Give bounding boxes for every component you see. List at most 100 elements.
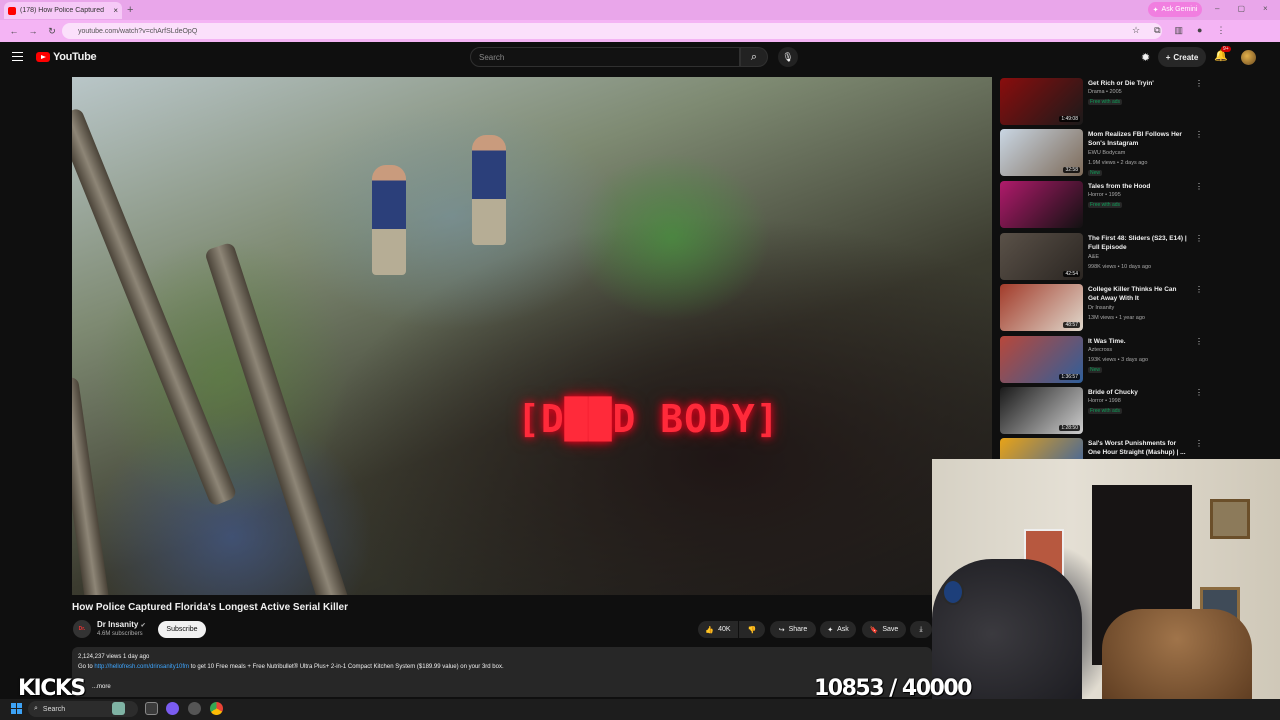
like-button[interactable]: 👍 40K — [698, 621, 738, 638]
ask-gemini-button[interactable]: ✦ Ask Gemini — [1148, 2, 1202, 17]
description-link[interactable]: http://hellofresh.com/drinsanity10fm — [94, 664, 189, 670]
recommendation-item[interactable]: 1:28:50 Bride of Chucky Horror • 1998 Free … — [1000, 387, 1203, 435]
more-options-icon[interactable]: ⋮ — [1195, 337, 1203, 346]
youtube-logo[interactable]: YouTube — [36, 51, 97, 63]
back-arrow-icon[interactable]: ← — [9, 26, 19, 36]
task-view-icon[interactable] — [145, 702, 158, 715]
recommendation-item[interactable]: 1:49:08 Get Rich or Die Tryin' Drama • 200… — [1000, 78, 1203, 126]
share-icon: ↪ — [778, 626, 785, 634]
taskbar-search-label: Search — [42, 705, 66, 713]
create-label: Create — [1173, 52, 1199, 62]
tab-close-icon[interactable]: × — [113, 6, 118, 15]
recommendation-title[interactable]: Get Rich or Die Tryin' — [1088, 79, 1188, 88]
plus-icon: + — [1165, 52, 1171, 62]
recommendation-thumbnail[interactable]: 1:36:57 — [1000, 336, 1083, 383]
description-box[interactable] — [72, 647, 932, 697]
ask-button[interactable]: ✦ Ask — [820, 621, 856, 638]
save-button[interactable]: 🔖 Save — [862, 621, 906, 638]
sidepanel-icon[interactable]: ▥ — [1175, 25, 1184, 36]
search-button[interactable]: ⌕ — [740, 47, 768, 67]
recommendation-channel[interactable]: A&E — [1088, 254, 1099, 260]
voice-search-button[interactable]: 🎙 — [778, 47, 798, 67]
video-frame — [72, 77, 992, 595]
recommendation-channel[interactable]: Horror • 1995 — [1088, 192, 1121, 198]
description-prefix: Go to — [78, 664, 95, 670]
channel-name-text: Dr Insanity — [97, 620, 139, 629]
dislike-button[interactable]: 👎 — [739, 621, 765, 638]
recommendation-title[interactable]: Mom Realizes FBI Follows Her Son's Insta… — [1088, 130, 1188, 148]
chrome-icon[interactable] — [210, 702, 223, 715]
webcam-wall-frame — [1210, 499, 1250, 539]
recommendation-title[interactable]: It Was Time. — [1088, 337, 1188, 346]
more-options-icon[interactable]: ⋮ — [1195, 439, 1203, 448]
browser-tab[interactable]: (178) How Police Captured × — [4, 2, 122, 19]
maximize-button[interactable]: ▢ — [1237, 4, 1245, 13]
headset-icon — [942, 579, 964, 605]
recommendation-thumbnail[interactable]: 48:57 — [1000, 284, 1083, 331]
recommendation-item[interactable]: 42:54 The First 48: Sliders (S23, E14) | … — [1000, 233, 1203, 281]
duration-badge: 1:28:50 — [1059, 425, 1080, 431]
close-window-button[interactable]: × — [1263, 4, 1268, 13]
recommendation-channel[interactable]: Aztecross — [1088, 347, 1112, 353]
browser-menu-icon[interactable]: ⋮ — [1216, 25, 1225, 36]
save-label: Save — [882, 626, 899, 633]
recommendation-channel[interactable]: Drama • 2005 — [1088, 89, 1122, 95]
recommendation-channel[interactable]: EWU Bodycam — [1088, 150, 1125, 156]
recommendation-item[interactable]: 48:57 College Killer Thinks He Can Get Aw… — [1000, 284, 1203, 332]
new-tab-button[interactable]: + — [127, 4, 133, 16]
obs-icon[interactable] — [188, 702, 201, 715]
minimize-button[interactable]: – — [1215, 4, 1219, 13]
recommendation-channel[interactable]: Dr Insanity — [1088, 305, 1114, 311]
profile-icon[interactable]: ● — [1197, 25, 1202, 36]
channel-name[interactable]: Dr Insanity ✔ — [97, 620, 146, 629]
download-button[interactable]: ⤓ — [910, 621, 932, 638]
recommendation-item[interactable]: Tales from the Hood Horror • 1995 Free wit… — [1000, 181, 1203, 229]
url-text: youtube.com/watch?v=chArfSLdeOpQ — [78, 27, 198, 35]
taskbar-widget-icon[interactable] — [112, 702, 125, 715]
reload-icon[interactable]: ↻ — [47, 26, 57, 37]
account-avatar[interactable] — [1241, 50, 1256, 65]
forward-arrow-icon[interactable]: → — [28, 26, 38, 36]
recommendation-thumbnail[interactable]: 1:49:08 — [1000, 78, 1083, 125]
recommendation-thumbnail[interactable] — [1000, 181, 1083, 228]
show-more-link[interactable]: ...more — [92, 684, 111, 690]
share-button[interactable]: ↪ Share — [770, 621, 816, 638]
recommendation-badge: Free with ads — [1088, 408, 1123, 414]
recommendation-item[interactable]: 1:36:57 It Was Time. Aztecross 193K views •… — [1000, 336, 1203, 384]
recommendation-item[interactable]: 32:58 Mom Realizes FBI Follows Her Son's … — [1000, 129, 1203, 177]
create-button[interactable]: + Create — [1158, 47, 1206, 67]
recommendation-meta: 1.9M views • 2 days ago — [1088, 160, 1148, 166]
recommendation-title[interactable]: The First 48: Sliders (S23, E14) | Full … — [1088, 234, 1188, 252]
channel-avatar[interactable]: Dr. — [73, 620, 91, 638]
duration-badge: 42:54 — [1063, 271, 1080, 277]
address-bar[interactable]: youtube.com/watch?v=chArfSLdeOpQ — [62, 23, 1162, 39]
subscribe-button[interactable]: Subscribe — [158, 621, 206, 638]
extensions-icon[interactable]: ⧉ — [1154, 25, 1160, 36]
recommendation-title[interactable]: Bride of Chucky — [1088, 388, 1188, 397]
thumbs-down-icon: 👎 — [747, 626, 757, 634]
discord-icon[interactable] — [166, 702, 179, 715]
recommendation-channel[interactable]: Horror • 1998 — [1088, 398, 1121, 404]
more-options-icon[interactable]: ⋮ — [1195, 130, 1203, 139]
recommendation-thumbnail[interactable]: 42:54 — [1000, 233, 1083, 280]
video-player[interactable]: [D██D BODY] — [72, 77, 992, 595]
recommendation-thumbnail[interactable]: 1:28:50 — [1000, 387, 1083, 434]
windows-start-icon[interactable] — [11, 703, 22, 714]
more-options-icon[interactable]: ⋮ — [1195, 79, 1203, 88]
recommendation-title[interactable]: College Killer Thinks He Can Get Away Wi… — [1088, 285, 1188, 303]
bookmark-star-icon[interactable]: ☆ — [1132, 25, 1140, 36]
recommendation-title[interactable]: Tales from the Hood — [1088, 182, 1188, 191]
sparkle-icon[interactable]: ✹ — [1141, 51, 1150, 64]
microphone-icon: 🎙 — [782, 51, 794, 62]
hamburger-menu-icon[interactable] — [12, 52, 23, 61]
more-options-icon[interactable]: ⋮ — [1195, 388, 1203, 397]
more-options-icon[interactable]: ⋮ — [1195, 182, 1203, 191]
duration-badge: 1:36:57 — [1059, 374, 1080, 380]
search-input[interactable]: Search — [470, 47, 740, 67]
more-options-icon[interactable]: ⋮ — [1195, 234, 1203, 243]
recommendation-title[interactable]: Sal's Worst Punishments for One Hour Str… — [1088, 439, 1188, 457]
subscriber-count: 4.6M subscribers — [97, 631, 143, 637]
kicks-overlay-label: KICKS — [18, 676, 86, 701]
recommendation-thumbnail[interactable]: 32:58 — [1000, 129, 1083, 176]
more-options-icon[interactable]: ⋮ — [1195, 285, 1203, 294]
